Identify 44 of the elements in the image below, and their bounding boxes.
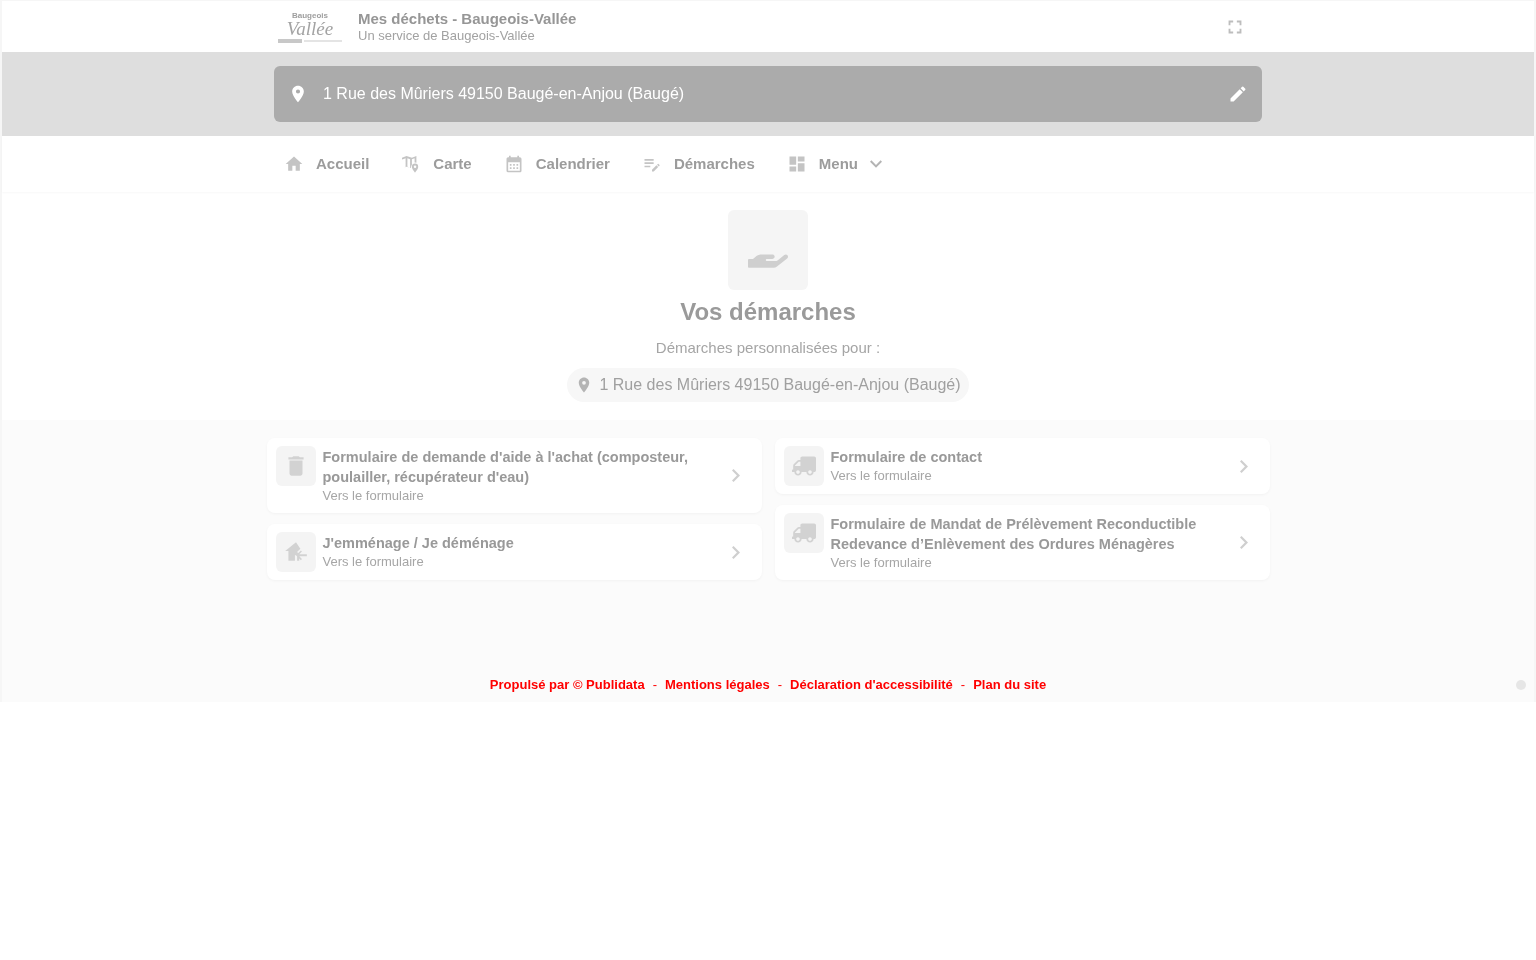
separator: - xyxy=(959,676,967,694)
nav-tab[interactable]: Carte xyxy=(391,144,482,184)
truck-icon xyxy=(783,513,824,553)
app-title: Mes déchets - Baugeois-Vallée xyxy=(358,10,577,28)
app-subtitle: Un service de Baugeois-Vallée xyxy=(358,28,536,43)
nav-tab[interactable]: Menu xyxy=(776,144,892,184)
card-link-text: Vers le formulaire xyxy=(830,554,933,572)
chevron-right-icon xyxy=(1239,459,1248,473)
card-title: Formulaire de contact xyxy=(830,448,983,467)
footer-link[interactable]: Mentions légales xyxy=(664,676,770,694)
address-text: 1 Rue des Mûriers 49150 Baugé-en-Anjou (Baugé) xyxy=(599,375,961,395)
form-card[interactable]: Formulaire de Mandat de Prélèvement Reconductible Redevance d’Enlèvement des Ordures Ménagères Vers le formulaire xyxy=(774,505,1270,580)
card-title: Formulaire de Mandat de Prélèvement Reconductible Redevance d’Enlèvement des Ordures Ménagères xyxy=(830,515,1198,554)
nav-tab[interactable]: Démarches xyxy=(631,144,765,184)
nav-tab[interactable]: Accueil xyxy=(274,144,380,184)
section-subtitle: Démarches personnalisées pour : xyxy=(655,338,881,358)
card-link-text: Vers le formulaire xyxy=(830,467,933,485)
chevron-right-icon xyxy=(731,545,740,559)
chevron-right-icon xyxy=(731,469,740,482)
card-title: J'emménage / Je déménage xyxy=(322,534,515,553)
card-title: Formulaire de demande d'aide à l'achat (composteur, poulailler, récupérateur d'eau) xyxy=(322,448,689,487)
address-field[interactable]: 1 Rue des Mûriers 49150 Baugé-en-Anjou (Baugé) xyxy=(274,66,1262,122)
truck-icon xyxy=(783,446,824,486)
footer-link[interactable]: Déclaration d'accessibilité xyxy=(790,676,953,694)
card-link-text: Vers le formulaire xyxy=(322,487,425,505)
footer-link[interactable]: Plan du site xyxy=(973,676,1047,694)
logo-stripe-icon xyxy=(278,38,342,43)
edit-button[interactable] xyxy=(1228,84,1248,104)
form-card[interactable]: Formulaire de contact Vers le formulaire xyxy=(774,438,1270,494)
footer-link[interactable]: Propulsé par © Publidata xyxy=(489,676,645,694)
form-card[interactable]: J'emménage / Je déménage Vers le formulaire xyxy=(266,524,762,580)
separator: - xyxy=(651,676,658,694)
separator: - xyxy=(776,676,784,694)
chevron-right-icon xyxy=(1239,536,1248,549)
form-card[interactable]: Formulaire de demande d'aide à l'achat (composteur, poulailler, récupérateur d'eau) Vers le formulaire xyxy=(266,438,762,513)
logo-script: Vallée xyxy=(286,19,334,37)
bin-icon xyxy=(275,446,316,486)
home-icon xyxy=(284,154,304,174)
pencil-icon xyxy=(1228,84,1248,104)
hand-icon xyxy=(728,210,808,290)
logo-text: Baugeois xyxy=(292,10,328,20)
section-title: Vos démarches xyxy=(680,297,856,327)
card-link-text: Vers le formulaire xyxy=(322,553,425,571)
nav-tab[interactable]: Calendrier xyxy=(493,144,620,184)
